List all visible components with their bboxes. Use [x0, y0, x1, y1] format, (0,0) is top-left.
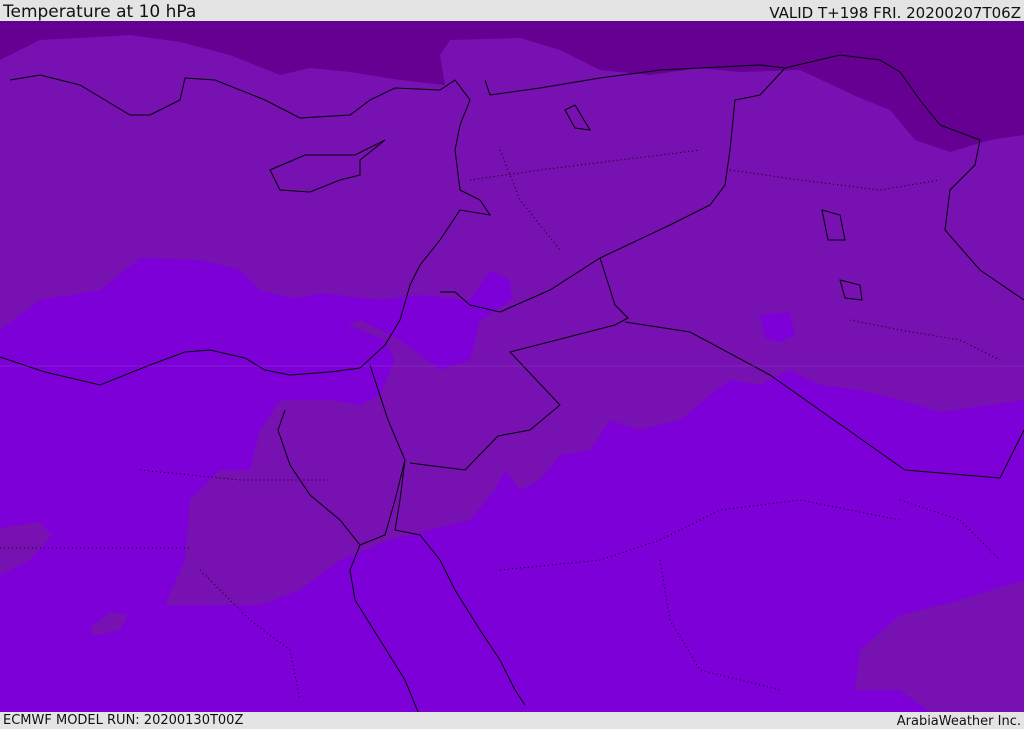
- footer-bar: ECMWF MODEL RUN: 20200130T00Z ArabiaWeat…: [0, 712, 1024, 729]
- model-run: ECMWF MODEL RUN: 20200130T00Z: [3, 713, 244, 728]
- map-title: Temperature at 10 hPa: [3, 2, 197, 22]
- credit: ArabiaWeather Inc.: [896, 714, 1021, 729]
- temperature-map: [0, 21, 1024, 712]
- valid-time: VALID T+198 FRI. 20200207T06Z: [769, 4, 1021, 22]
- header-bar: Temperature at 10 hPa VALID T+198 FRI. 2…: [0, 0, 1024, 21]
